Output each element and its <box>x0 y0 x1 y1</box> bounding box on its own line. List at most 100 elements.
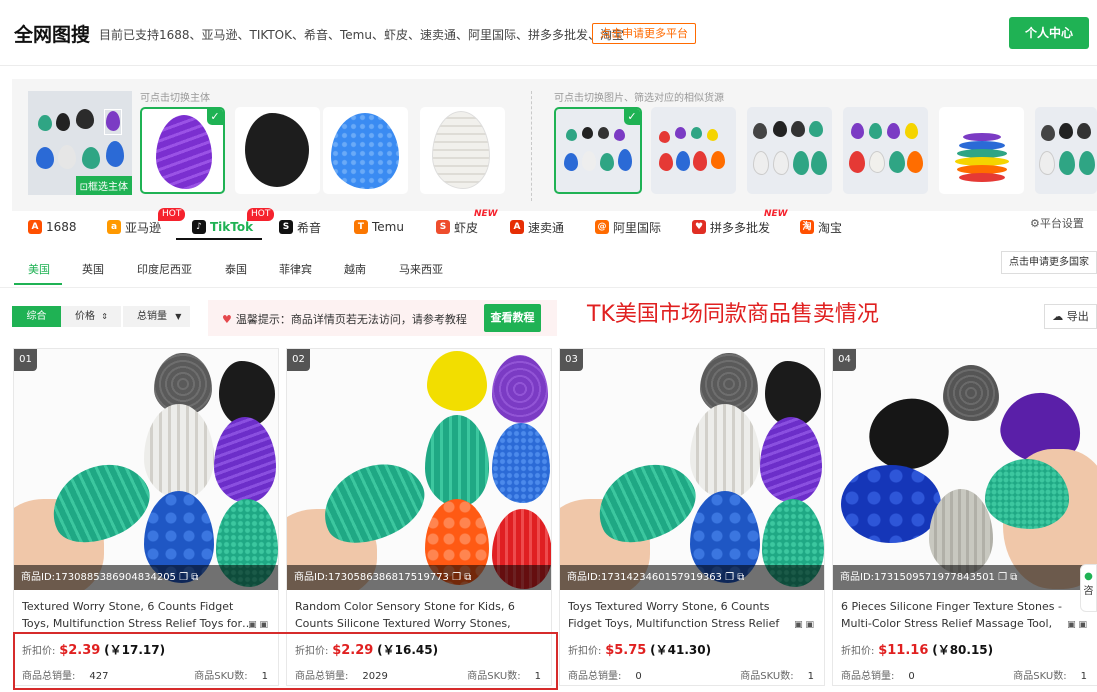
platform-tab-alibaba[interactable]: @ 阿里国际 <box>595 216 661 238</box>
product-image[interactable]: 03 商品ID:1731423460157919363 ❐ ⧉ <box>560 349 824 590</box>
sort-price-label: 价格 <box>75 311 95 322</box>
sku-value: 1 <box>1080 671 1087 682</box>
platform-tab-shopee[interactable]: S 虾皮 <box>436 216 478 238</box>
external-link-icon[interactable]: ⧉ <box>464 572 471 583</box>
platform-tab-amazon[interactable]: a 亚马逊 <box>107 216 161 238</box>
source-thumb-4[interactable] <box>843 107 928 194</box>
product-image[interactable]: 01 商品ID:1730885386904834205 ❐ ⧉ <box>14 349 278 590</box>
subject-thumb-white[interactable] <box>420 107 505 194</box>
product-title[interactable]: 6 Pieces Silicone Finger Texture Stones … <box>841 598 1075 632</box>
sort-price[interactable]: 价格 ⇕ <box>61 306 121 327</box>
tiktok-icon: ♪ <box>192 220 206 234</box>
product-card[interactable]: 01 商品ID:1730885386904834205 ❐ ⧉ Textured… <box>13 348 279 686</box>
1688-icon: A <box>28 220 42 234</box>
country-tab-us[interactable]: 美国 <box>28 261 50 277</box>
platform-tab-shein[interactable]: S 希音 <box>279 216 321 238</box>
country-tab-vietnam[interactable]: 越南 <box>344 261 366 277</box>
source-hint: 可点击切换图片、筛选对应的相似货源 <box>554 93 724 104</box>
product-title[interactable]: Textured Worry Stone, 6 Counts Fidget To… <box>22 598 256 632</box>
personal-center-button[interactable]: 个人中心 <box>1009 17 1089 49</box>
view-tutorial-button[interactable]: 查看教程 <box>484 304 541 332</box>
divider <box>0 287 1097 288</box>
apply-more-countries-button[interactable]: 点击申请更多国家 <box>1001 251 1097 274</box>
page-title: 全网图搜 <box>14 24 91 46</box>
copy-icon[interactable]: ❐ <box>725 572 734 583</box>
platform-tab-temu[interactable]: T Temu <box>354 216 404 238</box>
copy-icon[interactable]: ❐ <box>452 572 461 583</box>
product-id: 1731423460157919363 <box>601 572 722 583</box>
country-tab-indonesia[interactable]: 印度尼西亚 <box>137 261 192 277</box>
sales-row: 商品总销量: 2029 <box>295 667 388 682</box>
sku-label: 商品SKU数: <box>1013 671 1067 682</box>
aliexpress-icon: A <box>510 220 524 234</box>
sort-sales-label: 总销量 <box>137 311 167 322</box>
price-row: 折扣价: $2.29 (￥16.45) <box>295 641 438 658</box>
country-tab-malaysia[interactable]: 马来西亚 <box>399 261 443 277</box>
product-image[interactable]: 02 商品ID:1730586386817519773 ❐ ⧉ <box>287 349 551 590</box>
product-title[interactable]: Toys Textured Worry Stone, 6 Counts Fidg… <box>568 598 802 632</box>
platform-tab-label: 速卖通 <box>528 220 565 235</box>
external-link-icon[interactable]: ⧉ <box>191 572 198 583</box>
check-icon: ✓ <box>624 109 640 125</box>
source-thumb-6[interactable] <box>1035 107 1097 194</box>
product-id-bar: 商品ID:1731423460157919363 ❐ ⧉ <box>560 565 824 590</box>
crop-subject-tag[interactable]: ⊡框选主体 <box>75 176 132 195</box>
shopee-icon: S <box>436 220 450 234</box>
source-thumb-5[interactable] <box>939 107 1024 194</box>
country-tab-uk[interactable]: 英国 <box>82 261 104 277</box>
original-image[interactable]: ⊡框选主体 <box>28 91 132 195</box>
subject-selection-box[interactable] <box>104 109 122 135</box>
country-tab-thailand[interactable]: 泰国 <box>225 261 247 277</box>
platform-tab-1688[interactable]: A 1688 <box>28 216 77 238</box>
apply-more-platforms-button[interactable]: 点击申请更多平台 <box>592 23 696 44</box>
copy-image-icon[interactable]: ▣ ▣ <box>794 620 814 630</box>
sku-value: 1 <box>534 671 541 682</box>
consult-float-button[interactable]: ● 咨 <box>1080 564 1097 612</box>
copy-icon[interactable]: ❐ <box>998 572 1007 583</box>
active-platform-underline <box>176 238 262 240</box>
source-thumb-1[interactable]: ✓ <box>554 107 642 194</box>
sales-label: 商品总销量: <box>295 671 349 682</box>
platform-tab-pinduoduo[interactable]: ♥ 拼多多批发 <box>692 216 770 238</box>
external-link-icon[interactable]: ⧉ <box>737 572 744 583</box>
copy-image-icon[interactable]: ▣ ▣ <box>248 620 268 630</box>
platform-tab-aliexpress[interactable]: A 速卖通 <box>510 216 564 238</box>
supported-platforms-text: 目前已支持1688、亚马逊、TIKTOK、希音、Temu、虾皮、速卖通、阿里国际… <box>99 28 624 42</box>
external-link-icon[interactable]: ⧉ <box>1010 572 1017 583</box>
subject-thumb-black[interactable] <box>235 107 320 194</box>
sales-value: 0 <box>635 671 642 682</box>
copy-image-icon[interactable]: ▣ ▣ <box>1067 620 1087 630</box>
caret-down-icon: ▼ <box>175 312 182 321</box>
product-image[interactable]: 04 商品ID:1731509571977843501 ❐ ⧉ <box>833 349 1097 590</box>
check-icon: ✓ <box>207 109 223 125</box>
sales-value: 0 <box>908 671 915 682</box>
export-button[interactable]: ☁ 导出 <box>1044 304 1097 329</box>
source-thumb-2[interactable] <box>651 107 736 194</box>
amazon-icon: a <box>107 220 121 234</box>
platform-tab-taobao[interactable]: 淘 淘宝 <box>800 216 842 238</box>
sku-value: 1 <box>807 671 814 682</box>
product-card[interactable]: 03 商品ID:1731423460157919363 ❐ ⧉ Toys Tex… <box>559 348 825 686</box>
copy-icon[interactable]: ❐ <box>179 572 188 583</box>
top-header: 全网图搜 目前已支持1688、亚马逊、TIKTOK、希音、Temu、虾皮、速卖通… <box>0 0 1097 66</box>
sort-total-sales[interactable]: 总销量 ▼ <box>123 306 190 327</box>
product-title[interactable]: Random Color Sensory Stone for Kids, 6 C… <box>295 598 529 632</box>
new-badge: NEW <box>474 209 498 219</box>
source-thumb-3[interactable] <box>747 107 832 194</box>
platform-tab-tiktok[interactable]: ♪ TikTok <box>192 216 253 238</box>
platform-settings-button[interactable]: ⚙平台设置 <box>1030 215 1084 231</box>
product-card[interactable]: 02 商品ID:1730586386817519773 ❐ ⧉ Random C… <box>286 348 552 686</box>
price-row: 折扣价: $11.16 (￥80.15) <box>841 641 993 658</box>
subject-thumb-purple[interactable]: ✓ <box>140 107 225 194</box>
sku-label: 商品SKU数: <box>194 671 248 682</box>
subject-thumb-blue[interactable] <box>323 107 408 194</box>
platform-tab-label: 希音 <box>297 220 322 235</box>
country-tab-philippines[interactable]: 菲律宾 <box>279 261 312 277</box>
sales-label: 商品总销量: <box>841 671 895 682</box>
sku-row: 商品SKU数: 1 <box>467 667 541 682</box>
sort-arrows-icon: ⇕ <box>101 312 108 321</box>
discount-label: 折扣价: <box>841 646 875 657</box>
price-cny: (￥17.17) <box>104 643 166 657</box>
sort-comprehensive[interactable]: 综合 <box>12 306 61 327</box>
product-card[interactable]: 04 商品ID:1731509571977843501 ❐ ⧉ 6 Pieces… <box>832 348 1097 686</box>
